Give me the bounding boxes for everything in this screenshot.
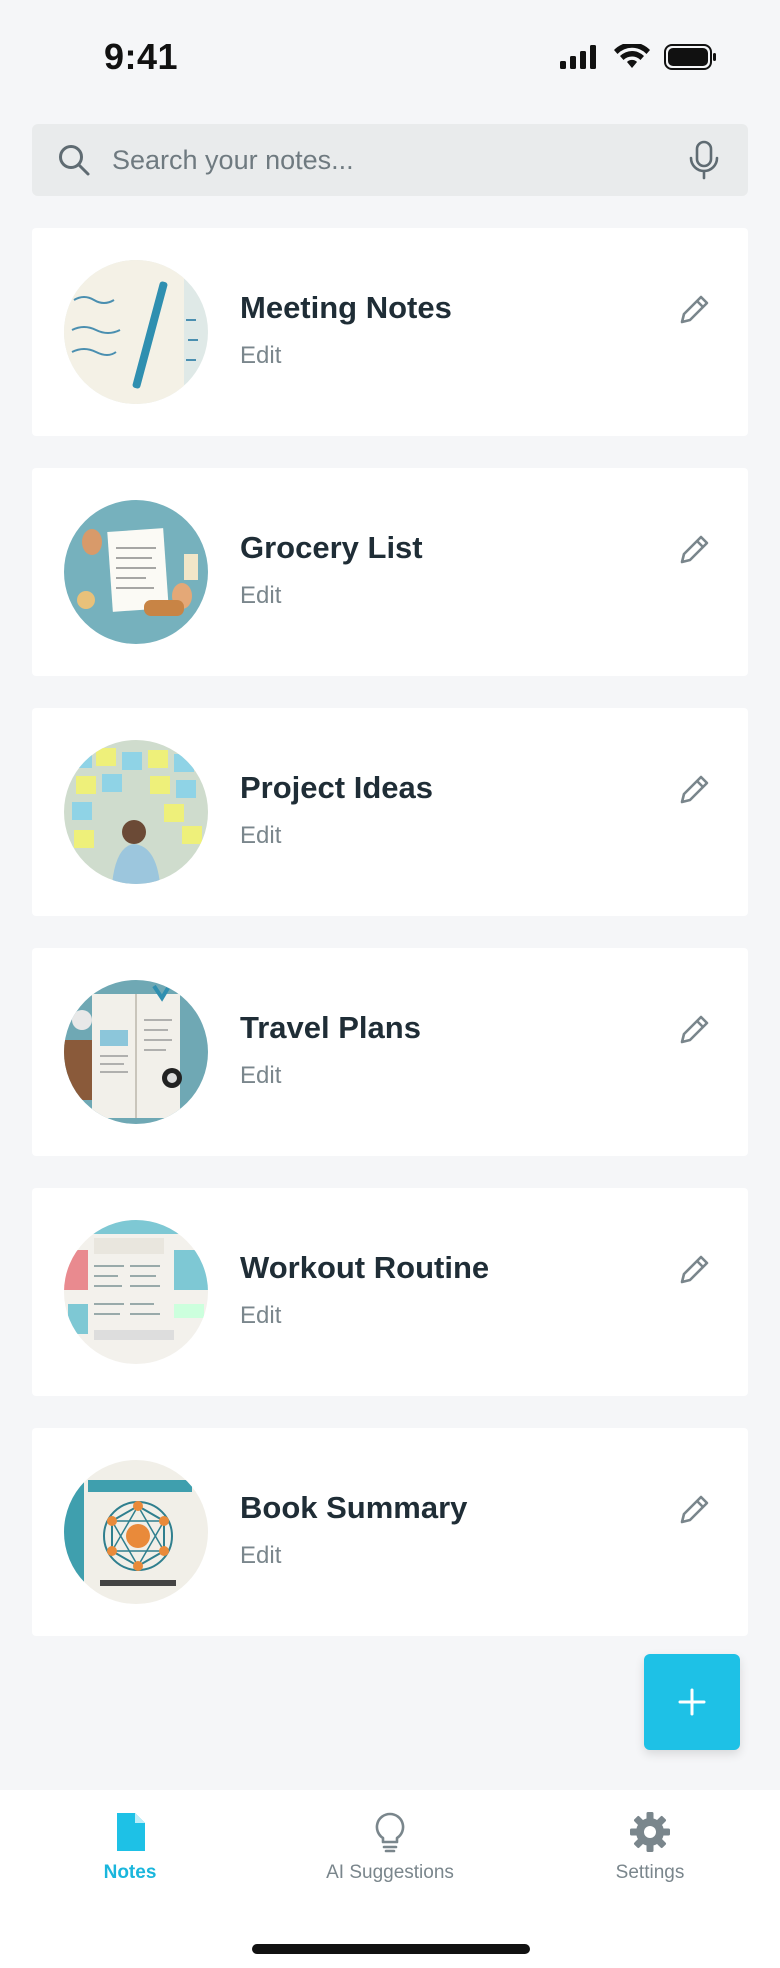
pencil-icon[interactable] [676,292,712,328]
pencil-icon[interactable] [676,1492,712,1528]
note-title: Workout Routine [240,1250,490,1285]
microphone-icon[interactable] [686,140,722,180]
nav-label: AI Suggestions [326,1862,454,1883]
workout-plan-image [64,1220,208,1364]
note-card-travel-plans[interactable]: Travel Plans Edit [32,948,748,1156]
pencil-icon[interactable] [676,772,712,808]
pencil-icon[interactable] [676,532,712,568]
note-card-project-ideas[interactable]: Project Ideas Edit [32,708,748,916]
status-time: 9:41 [104,36,179,77]
search-input[interactable] [112,124,692,196]
note-edit-label[interactable]: Edit [240,822,281,850]
note-thumbnail [64,740,208,884]
nav-label: Notes [103,1862,157,1883]
note-edit-label[interactable]: Edit [240,1542,281,1570]
note-title: Project Ideas [240,770,433,805]
note-thumbnail [64,1460,208,1604]
plus-icon [678,1688,706,1716]
note-card-grocery-list[interactable]: Grocery List Edit [32,468,748,676]
add-note-button[interactable] [644,1654,740,1750]
note-edit-label[interactable]: Edit [240,1302,281,1330]
note-card-book-summary[interactable]: Book Summary Edit [32,1428,748,1636]
note-edit-label[interactable]: Edit [240,582,281,610]
note-thumbnail [64,980,208,1124]
notes-screen: 9:41 Search your notes... Meeting Notes … [0,0,780,1968]
bottom-nav: Notes AI Suggestions Settings [0,1790,780,1968]
notebook-pen-image [64,260,208,404]
pencil-icon[interactable] [676,1252,712,1288]
book-cover-image [64,1460,208,1604]
document-icon [117,1813,145,1851]
pencil-icon[interactable] [676,1012,712,1048]
nav-item-notes[interactable]: Notes [30,1810,230,1884]
note-title: Book Summary [240,1490,468,1525]
search-bar[interactable] [32,124,748,196]
signal-icon [560,45,596,69]
note-title: Travel Plans [240,1010,421,1045]
gear-icon [630,1812,670,1852]
home-indicator[interactable] [252,1944,530,1954]
battery-icon [664,44,716,70]
wifi-icon [614,44,650,68]
note-title: Grocery List [240,530,423,565]
status-icons [560,44,718,70]
lightbulb-icon [375,1812,405,1853]
grocery-notepad-image [64,500,208,644]
status-bar: 9:41 [0,0,780,110]
note-thumbnail [64,1220,208,1364]
travel-planner-image [64,980,208,1124]
note-thumbnail [64,260,208,404]
note-card-meeting-notes[interactable]: Meeting Notes Edit [32,228,748,436]
note-edit-label[interactable]: Edit [240,1062,281,1090]
search-icon [59,145,90,176]
note-card-workout-routine[interactable]: Workout Routine Edit [32,1188,748,1396]
nav-item-ai-suggestions[interactable]: AI Suggestions [290,1810,490,1884]
note-thumbnail [64,500,208,644]
note-edit-label[interactable]: Edit [240,342,281,370]
sticky-notes-wall-image [64,740,208,884]
note-title: Meeting Notes [240,290,452,325]
nav-item-settings[interactable]: Settings [550,1810,750,1884]
nav-label: Settings [615,1862,685,1883]
